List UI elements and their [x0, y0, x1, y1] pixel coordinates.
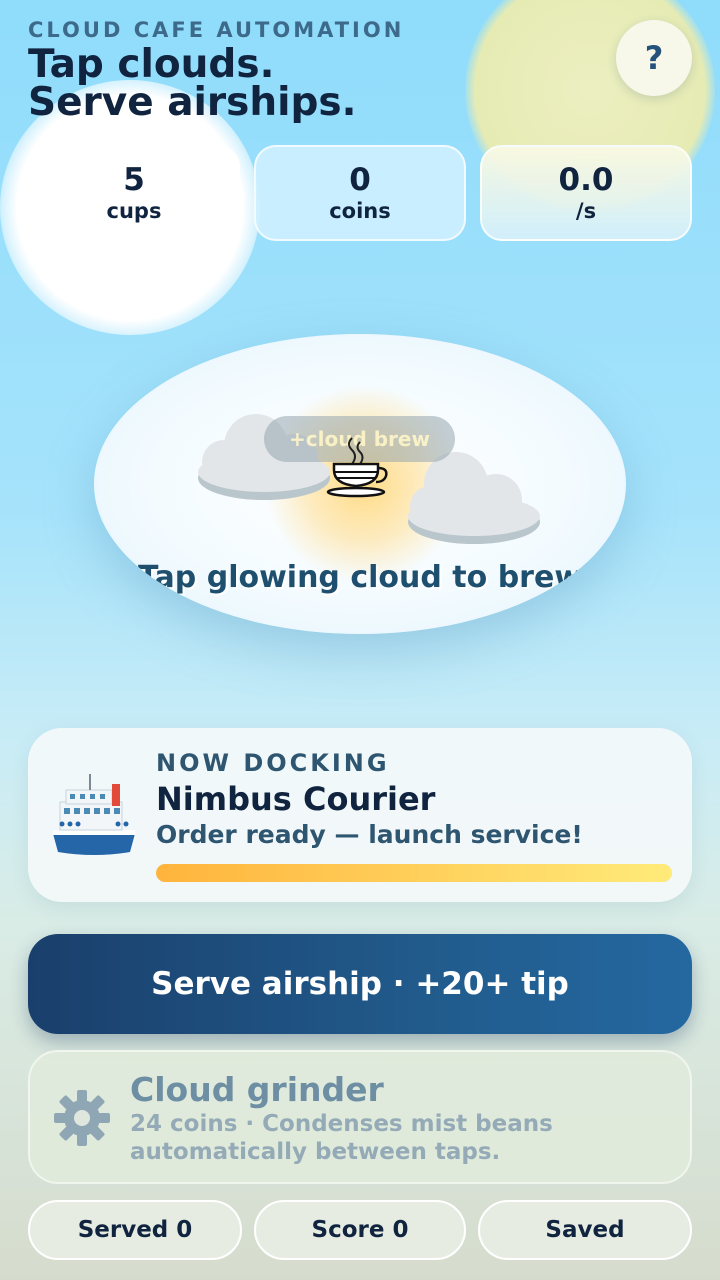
- order-progress-bar: [156, 864, 672, 882]
- serve-airship-button[interactable]: Serve airship · +20+ tip: [28, 934, 692, 1034]
- docking-card: NOW DOCKING Nimbus Courier Order ready —…: [28, 728, 692, 902]
- coffee-cup-icon: [326, 437, 388, 498]
- stat-coins: 0 coins: [254, 145, 466, 241]
- app-kicker: CLOUD CAFE AUTOMATION: [28, 18, 405, 42]
- stat-cups: 5 cups: [28, 145, 240, 241]
- brew-cloud-button[interactable]: +cloud brew Tap glowing cloud to brew: [94, 334, 626, 634]
- airship-icon: [52, 774, 136, 855]
- score-counter: Score 0: [254, 1200, 466, 1260]
- saved-indicator[interactable]: Saved: [478, 1200, 692, 1260]
- stat-value: 0.0: [558, 162, 614, 198]
- stat-label: cups: [106, 199, 162, 223]
- brew-hint: Tap glowing cloud to brew: [137, 560, 583, 595]
- title-line-1: Tap clouds.: [28, 42, 275, 87]
- upgrade-description: 24 coins · Condenses mist beans automati…: [130, 1111, 553, 1165]
- page-title: Tap clouds. Serve airships.: [28, 42, 357, 125]
- served-counter: Served 0: [28, 1200, 242, 1260]
- stat-rate: 0.0 /s: [480, 145, 692, 241]
- stat-label: coins: [329, 199, 391, 223]
- title-line-2: Serve airships.: [28, 80, 357, 125]
- stat-label: /s: [575, 199, 597, 223]
- upgrade-cloud-grinder[interactable]: Cloud grinder 24 coins · Condenses mist …: [28, 1050, 692, 1184]
- stat-value: 0: [349, 162, 371, 198]
- help-button[interactable]: ?: [616, 20, 692, 96]
- stat-value: 5: [123, 162, 145, 198]
- airship-name: Nimbus Courier: [156, 780, 436, 818]
- upgrade-title: Cloud grinder: [130, 1070, 384, 1109]
- dock-kicker: NOW DOCKING: [156, 749, 390, 777]
- order-status: Order ready — launch service!: [156, 820, 583, 849]
- order-progress-fill: [156, 864, 672, 882]
- gear-icon: [54, 1090, 110, 1146]
